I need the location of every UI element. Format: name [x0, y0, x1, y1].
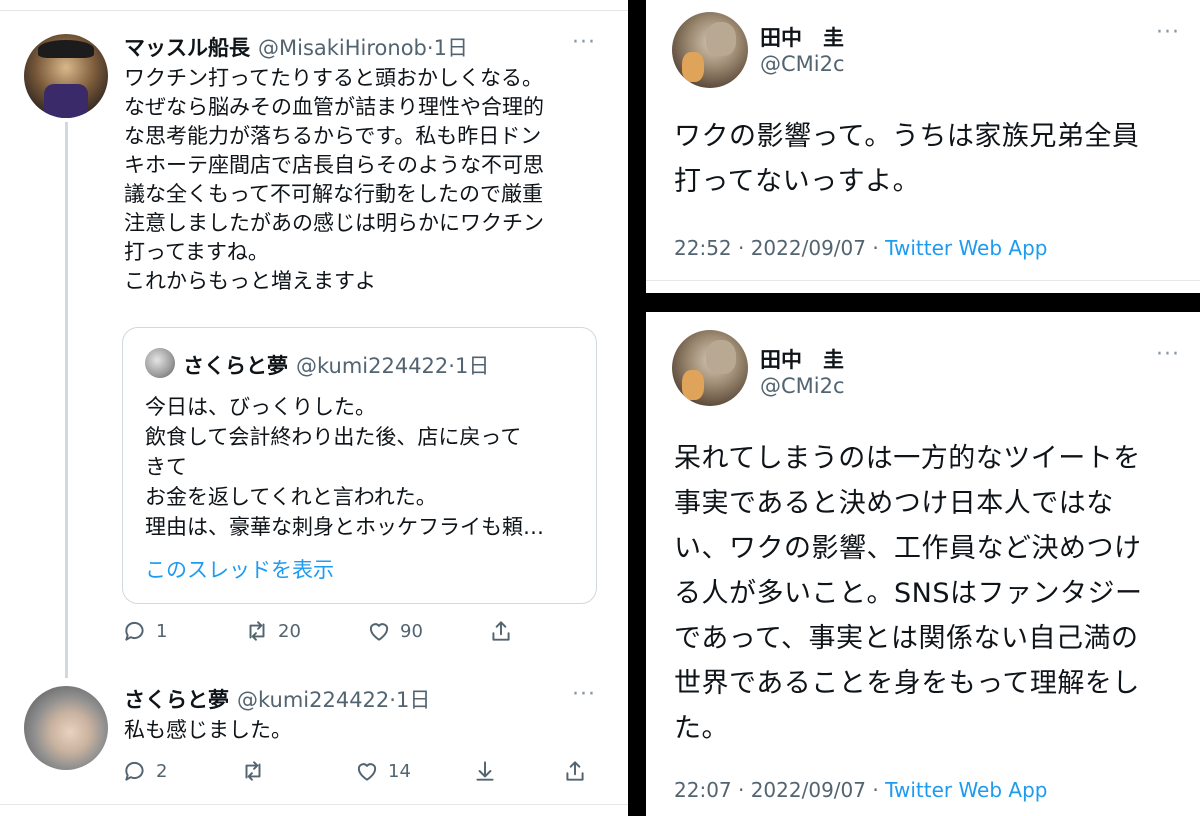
hide-icon	[476, 761, 494, 781]
user-handle[interactable]: @MisakiHironob	[258, 36, 427, 60]
reply-tweet-time[interactable]: ·1日	[389, 684, 430, 714]
source-link[interactable]: Twitter Web App	[885, 236, 1047, 260]
display-name[interactable]: マッスル船長	[124, 32, 250, 62]
retweet-count: 20	[278, 620, 301, 642]
share-button[interactable]	[488, 618, 514, 644]
reply-share-button[interactable]	[562, 758, 588, 784]
quote-text: 今日は、びっくりした。 飲食して会計終わり出た後、店に戻って きて お金を返して…	[145, 395, 544, 539]
reply-text: 私も感じました。	[124, 718, 292, 742]
costume-shape	[44, 84, 88, 118]
reply-reply-button[interactable]: 2	[122, 758, 167, 784]
quote-header: さくらと夢 @kumi224422 ·1日	[183, 350, 489, 380]
user-handle[interactable]: @CMi2c	[760, 52, 845, 76]
quote-avatar[interactable]	[145, 348, 175, 378]
quote-display-name: さくらと夢	[183, 354, 288, 378]
tweet-text: ワクの影響って。うちは家族兄弟全員 打ってないっすよ。	[674, 121, 1140, 197]
timestamp[interactable]: 22:52 · 2022/09/07 ·	[674, 236, 885, 260]
reply-more-options-icon[interactable]: ···	[572, 682, 596, 707]
user-handle[interactable]: @CMi2c	[760, 374, 845, 398]
reply-tweet-header: さくらと夢 @kumi224422 ·1日	[124, 684, 430, 714]
left-screenshot-panel: マッスル船長 @MisakiHironob ·1日 ··· ワクチン打ってたりす…	[0, 0, 628, 816]
avatar[interactable]	[24, 34, 108, 118]
retweet-icon	[249, 621, 265, 641]
hide-reply-button[interactable]	[472, 758, 498, 784]
reply-button[interactable]: 1	[122, 618, 167, 644]
more-options-icon[interactable]: ···	[1156, 20, 1180, 45]
thread-line	[65, 122, 68, 678]
reply-display-name[interactable]: さくらと夢	[124, 684, 229, 714]
retweet-icon	[245, 761, 261, 781]
top-right-screenshot-panel: 田中 圭 @CMi2c ··· ワクの影響って。うちは家族兄弟全員 打ってないっ…	[646, 0, 1200, 293]
quote-tweet-time: ·1日	[448, 354, 490, 378]
quote-user-handle: @kumi224422	[296, 354, 449, 378]
timestamp[interactable]: 22:07 · 2022/09/07 ·	[674, 778, 885, 802]
bottom-divider	[0, 804, 628, 805]
share-icon	[566, 761, 584, 781]
pirate-hat-shape	[38, 40, 94, 58]
tweet-time[interactable]: ·1日	[427, 32, 468, 62]
reply-count: 1	[156, 620, 168, 642]
more-options-icon[interactable]: ···	[1156, 342, 1180, 367]
source-link[interactable]: Twitter Web App	[885, 778, 1047, 802]
more-options-icon[interactable]: ···	[572, 30, 596, 55]
toy-shape	[682, 52, 704, 82]
divider	[646, 280, 1200, 281]
reply-icon	[125, 761, 144, 781]
share-icon	[492, 621, 510, 641]
like-icon	[357, 763, 377, 781]
bottom-right-screenshot-panel: 田中 圭 @CMi2c ··· 呆れてしまうのは一方的なツイートを 事実であると…	[646, 312, 1200, 816]
main-tweet-header: マッスル船長 @MisakiHironob ·1日	[124, 32, 468, 62]
show-thread-link[interactable]: このスレッドを表示	[145, 554, 334, 584]
tweet-text: 呆れてしまうのは一方的なツイートを 事実であると決めつけ日本人ではな い、ワクの…	[674, 443, 1143, 744]
like-count: 90	[400, 620, 423, 642]
reply-retweet-button[interactable]	[240, 758, 266, 784]
retweet-button[interactable]: 20	[244, 618, 301, 644]
cat-shape	[706, 22, 736, 56]
tweet-meta: 22:07 · 2022/09/07 · Twitter Web App	[674, 778, 1047, 802]
reply-reply-count: 2	[156, 760, 168, 782]
display-name[interactable]: 田中 圭	[760, 22, 844, 52]
reply-avatar[interactable]	[24, 686, 108, 770]
reply-user-handle[interactable]: @kumi224422	[237, 688, 389, 712]
cat-shape	[706, 340, 736, 374]
avatar[interactable]	[672, 12, 748, 88]
toy-shape	[682, 370, 704, 400]
like-icon	[369, 623, 389, 641]
reply-like-count: 14	[388, 760, 411, 782]
reply-like-button[interactable]: 14	[354, 758, 411, 784]
avatar[interactable]	[672, 330, 748, 406]
tweet-text: ワクチン打ってたりすると頭おかしくなる。 なぜなら脳みその血管が詰まり理性や合理…	[124, 66, 544, 293]
tweet-meta: 22:52 · 2022/09/07 · Twitter Web App	[674, 236, 1047, 260]
reply-icon	[125, 621, 144, 641]
quoted-tweet-card[interactable]: さくらと夢 @kumi224422 ·1日 今日は、びっくりした。 飲食して会計…	[122, 327, 597, 604]
like-button[interactable]: 90	[366, 618, 423, 644]
top-divider	[0, 10, 628, 11]
display-name[interactable]: 田中 圭	[760, 344, 844, 374]
